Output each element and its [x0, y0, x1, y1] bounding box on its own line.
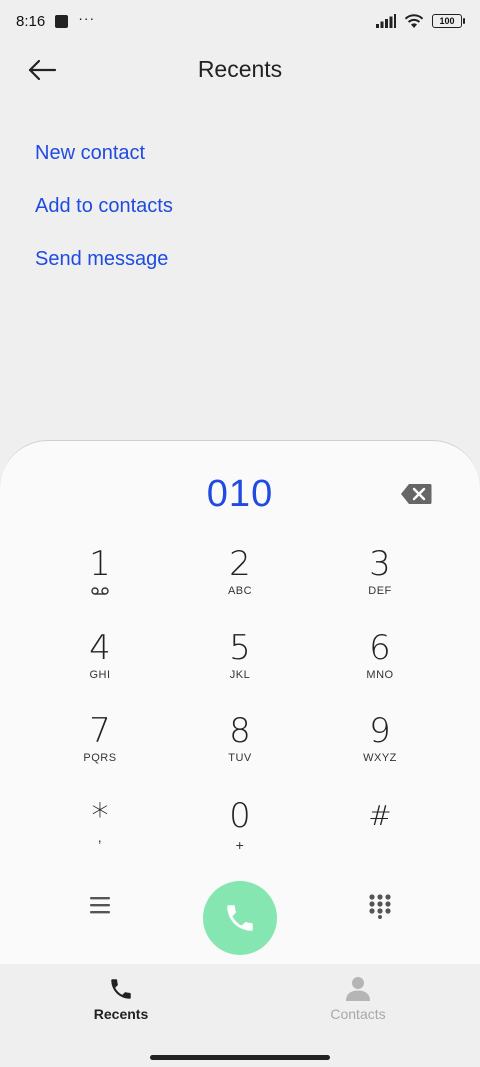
- signal-icon: [376, 14, 396, 28]
- key-9[interactable]: 9 WXYZ: [320, 712, 440, 784]
- nav-recents-label: Recents: [93, 1006, 149, 1022]
- dialer-sheet: 010 1 2 ABC 3 DEF 4 GHI 5 JKL 6 MNO 7 PQ…: [0, 440, 480, 964]
- key-0[interactable]: 0 +: [180, 797, 300, 869]
- key-hash[interactable]: #: [320, 797, 440, 869]
- menu-icon: [90, 897, 110, 914]
- key-7[interactable]: 7 PQRS: [40, 712, 160, 784]
- actions-list: New contact Add to contacts Send message: [35, 120, 173, 292]
- home-indicator[interactable]: [150, 1055, 330, 1060]
- backspace-button[interactable]: [400, 483, 432, 505]
- key-digit: 3: [369, 544, 391, 584]
- key-letters: ,: [97, 829, 103, 845]
- key-letters: +: [235, 837, 245, 853]
- status-time: 8:16: [16, 12, 46, 30]
- notification-square-icon: [55, 14, 69, 28]
- key-letters: WXYZ: [363, 752, 397, 764]
- key-letters: DEF: [368, 585, 392, 597]
- key-digit: 8: [229, 711, 251, 751]
- key-5[interactable]: 5 JKL: [180, 629, 300, 701]
- key-digit: #: [368, 799, 392, 832]
- key-3[interactable]: 3 DEF: [320, 545, 440, 617]
- more-notifications-icon: ···: [78, 10, 96, 26]
- nav-recents[interactable]: Recents: [61, 976, 181, 1022]
- header: Recents: [0, 42, 480, 98]
- send-message-link[interactable]: Send message: [35, 226, 173, 292]
- key-letters: MNO: [366, 669, 394, 681]
- nav-contacts-label: Contacts: [330, 1006, 386, 1022]
- status-bar: 8:16 ··· 100: [0, 0, 480, 42]
- key-8[interactable]: 8 TUV: [180, 712, 300, 784]
- key-digit: 2: [229, 544, 251, 584]
- key-digit: 9: [369, 711, 391, 751]
- key-letters: GHI: [89, 669, 111, 681]
- key-4[interactable]: 4 GHI: [40, 629, 160, 701]
- key-digit: 4: [89, 628, 111, 668]
- key-2[interactable]: 2 ABC: [180, 545, 300, 617]
- key-digit: 6: [369, 628, 391, 668]
- key-1[interactable]: 1: [40, 545, 160, 617]
- call-button[interactable]: [203, 881, 277, 955]
- nav-contacts[interactable]: Contacts: [298, 976, 418, 1022]
- key-digit: 0: [229, 796, 251, 836]
- status-right: 100: [376, 13, 465, 29]
- key-digit: 7: [89, 711, 111, 751]
- status-left: 8:16 ···: [16, 10, 96, 30]
- page-title: Recents: [197, 56, 283, 82]
- phone-icon: [227, 905, 253, 931]
- phone-icon: [111, 979, 131, 999]
- key-6[interactable]: 6 MNO: [320, 629, 440, 701]
- wifi-icon: [404, 13, 424, 28]
- keypad-toggle-button[interactable]: [368, 893, 392, 919]
- key-digit: 1: [89, 544, 111, 584]
- battery-icon: 100: [432, 14, 465, 28]
- bottom-nav: Recents Contacts: [0, 964, 480, 1067]
- battery-level: 100: [439, 16, 455, 26]
- key-letters: TUV: [228, 752, 252, 764]
- key-letters: JKL: [229, 669, 251, 681]
- key-letters: PQRS: [83, 752, 117, 764]
- key-letters: ABC: [227, 585, 253, 597]
- voicemail-icon: [91, 587, 109, 595]
- key-star[interactable]: * ,: [40, 797, 160, 869]
- key-digit: 5: [229, 628, 251, 668]
- backspace-icon: [401, 484, 432, 504]
- person-icon: [346, 977, 370, 1001]
- menu-button[interactable]: [86, 893, 114, 917]
- dialpad-icon: [369, 894, 391, 919]
